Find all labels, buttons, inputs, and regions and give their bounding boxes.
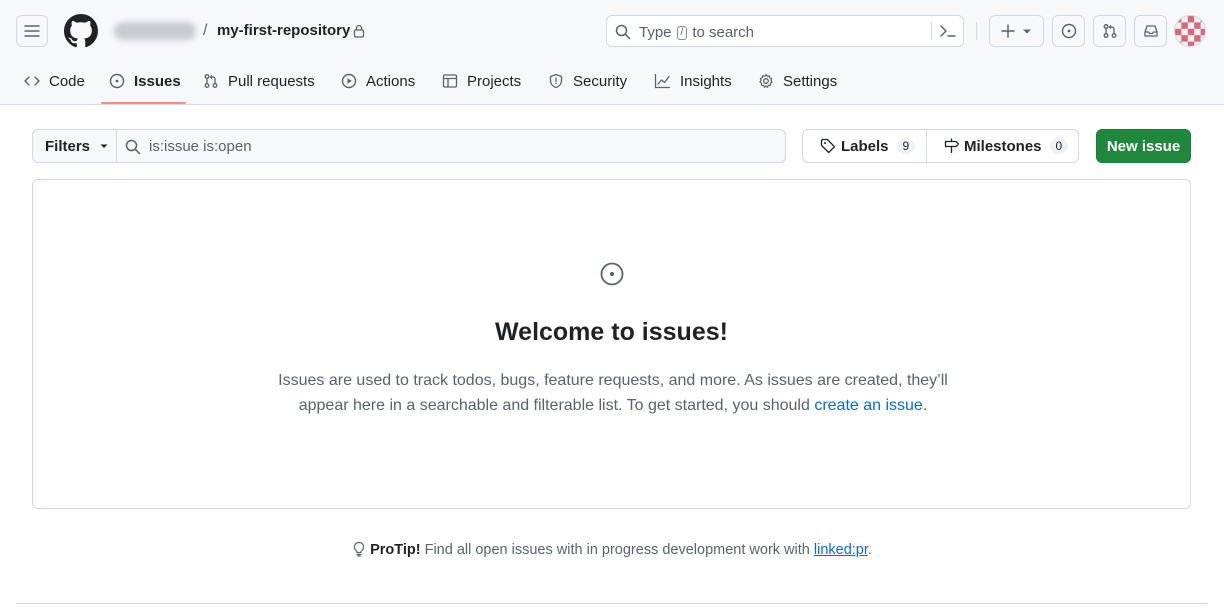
breadcrumb-separator: / — [203, 22, 208, 39]
tab-pull-requests[interactable]: Pull requests — [203, 70, 315, 92]
tab-actions-label: Actions — [366, 72, 416, 90]
hamburger-menu-button[interactable] — [16, 15, 48, 47]
blankslate-description-line2: appear here in a searchable and filterab… — [298, 397, 810, 414]
app-header: / my-first-repository Type / to search C… — [0, 0, 1224, 105]
command-palette-icon[interactable] — [939, 23, 957, 39]
blankslate-period: . — [922, 397, 928, 414]
issues-shortcut-button[interactable] — [1052, 15, 1085, 47]
protip: ProTip! Find all open issues with in pro… — [0, 541, 1224, 558]
triangle-down-icon — [1022, 29, 1031, 34]
issues-blankslate: Welcome to issues! Issues are used to tr… — [32, 179, 1191, 509]
tab-code-label: Code — [49, 72, 85, 90]
user-avatar[interactable] — [1174, 15, 1206, 47]
labels-count-badge: 9 — [896, 138, 916, 154]
identicon-icon — [1175, 16, 1205, 46]
issue-query-value: is:issue is:open — [149, 138, 252, 155]
tag-icon — [820, 138, 836, 154]
active-tab-indicator — [101, 102, 186, 104]
tab-insights-label: Insights — [680, 72, 732, 90]
create-new-button[interactable] — [989, 15, 1044, 47]
blankslate-title: Welcome to issues! — [495, 318, 728, 346]
table-icon — [442, 74, 458, 88]
repo-name-link[interactable]: my-first-repository — [217, 22, 350, 39]
footer-divider — [16, 603, 1208, 604]
tab-issues-label: Issues — [134, 72, 181, 90]
owner-name-blurred[interactable] — [114, 22, 196, 40]
search-prefix-text: Type — [639, 24, 672, 41]
milestones-label: Milestones — [964, 137, 1042, 155]
issue-opened-icon — [109, 73, 125, 89]
git-pull-request-icon — [1103, 24, 1116, 38]
protip-label: ProTip! — [370, 542, 421, 558]
header-divider — [976, 22, 977, 40]
triangle-down-icon — [100, 144, 108, 148]
lock-icon — [353, 24, 365, 38]
tab-projects[interactable]: Projects — [442, 70, 521, 92]
gear-icon — [759, 73, 773, 88]
tab-issues[interactable]: Issues — [109, 70, 181, 92]
issue-opened-icon — [1061, 23, 1076, 39]
linked-pr-link[interactable]: linked:pr — [814, 542, 868, 558]
global-search-input[interactable]: Type / to search — [606, 15, 964, 47]
inbox-icon — [1143, 25, 1158, 37]
play-icon — [341, 73, 357, 89]
tab-security-label: Security — [573, 72, 628, 90]
code-icon — [24, 76, 40, 86]
search-suffix-text: to search — [692, 24, 755, 41]
protip-text: Find all open issues with in progress de… — [424, 542, 810, 558]
blankslate-description-line1: Issues are used to track todos, bugs, fe… — [278, 372, 948, 389]
tab-settings[interactable]: Settings — [758, 70, 837, 92]
filters-label: Filters — [45, 137, 91, 155]
tab-projects-label: Projects — [467, 72, 522, 90]
milestone-icon — [944, 138, 960, 154]
plus-icon — [1000, 24, 1015, 38]
blankslate-description: Issues are used to track todos, bugs, fe… — [263, 368, 963, 418]
issue-opened-icon — [600, 262, 624, 286]
pull-requests-shortcut-button[interactable] — [1093, 15, 1126, 47]
graph-icon — [654, 73, 671, 89]
shield-icon — [549, 73, 563, 89]
tab-pull-requests-label: Pull requests — [228, 72, 315, 90]
tab-security[interactable]: Security — [548, 70, 627, 92]
tab-code[interactable]: Code — [24, 70, 85, 92]
protip-period: . — [867, 542, 872, 558]
search-shortcut-key: / — [676, 25, 688, 40]
create-issue-link[interactable]: create an issue — [814, 397, 923, 414]
search-placeholder: Type / to search — [639, 24, 754, 41]
milestones-count-badge: 0 — [1049, 138, 1069, 154]
inbox-button[interactable] — [1134, 15, 1167, 47]
labels-button[interactable]: Labels 9 — [802, 129, 927, 163]
github-logo-icon[interactable] — [64, 14, 98, 48]
new-issue-button[interactable]: New issue — [1096, 129, 1191, 163]
light-bulb-icon — [353, 541, 365, 557]
three-bars-icon — [24, 25, 40, 37]
tab-insights[interactable]: Insights — [654, 70, 732, 92]
filters-button[interactable]: Filters — [32, 129, 116, 163]
search-icon — [125, 139, 141, 155]
milestones-button[interactable]: Milestones 0 — [926, 129, 1079, 163]
search-divider — [931, 22, 932, 40]
tab-settings-label: Settings — [783, 72, 838, 90]
git-pull-request-icon — [204, 74, 218, 88]
issue-query-input[interactable]: is:issue is:open — [116, 129, 786, 163]
tab-actions[interactable]: Actions — [341, 70, 415, 92]
search-icon — [615, 24, 631, 40]
labels-label: Labels — [841, 137, 889, 155]
